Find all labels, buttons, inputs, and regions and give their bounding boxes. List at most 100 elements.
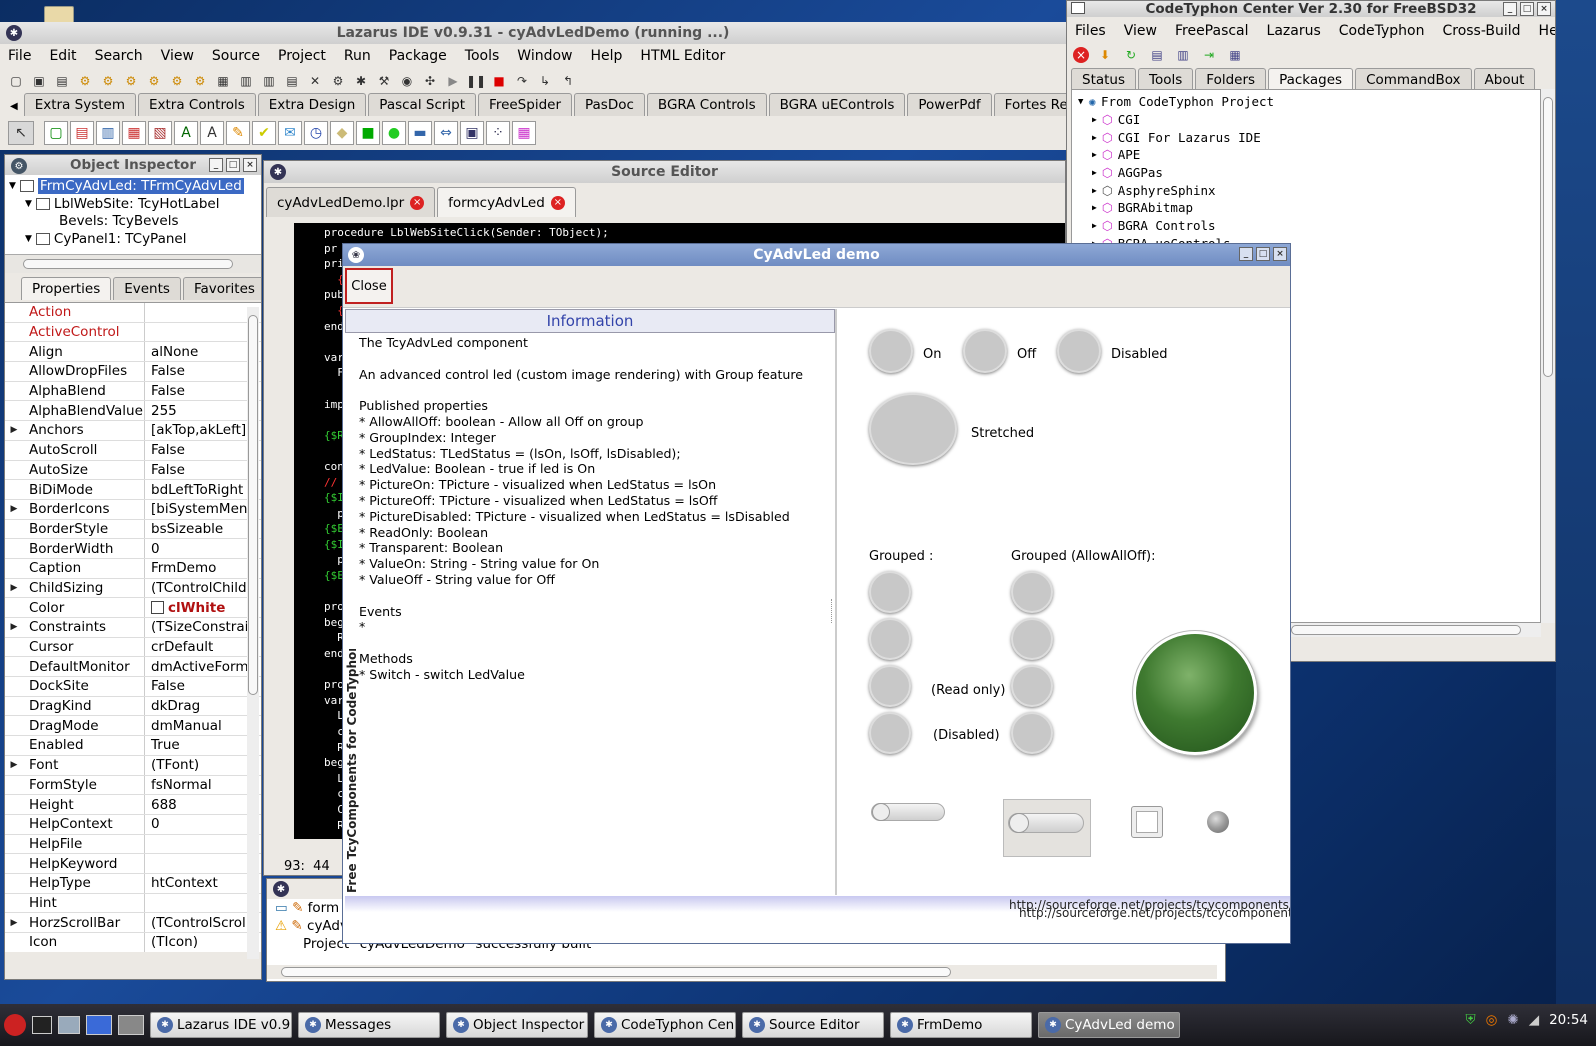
task-cyadvled-demo[interactable]: ✱ CyAdvLed demo: [1038, 1012, 1180, 1038]
allowoff-led-2[interactable]: [1011, 618, 1053, 660]
expand-icon[interactable]: ▼: [25, 199, 32, 209]
ct-menu-cross-build[interactable]: Cross-Build: [1442, 23, 1520, 39]
tree-node[interactable]: Bevels: TcyBevels: [5, 212, 261, 230]
debug-icon[interactable]: ✣: [420, 71, 440, 91]
tree-node[interactable]: ▼ FrmCyAdvLed: TFrmCyAdvLed: [5, 177, 261, 195]
color-panel-icon[interactable]: ▧: [148, 121, 172, 145]
expand-icon[interactable]: ▶: [1092, 186, 1097, 195]
property-row[interactable]: DragKind dkDrag: [5, 696, 261, 717]
editor-tab[interactable]: formcyAdvLed ×: [437, 187, 576, 217]
new-project-icon[interactable]: ▤: [282, 71, 302, 91]
menu-html-editor[interactable]: HTML Editor: [640, 48, 725, 64]
palette-tab-bgra-controls[interactable]: BGRA Controls: [646, 93, 767, 116]
property-row[interactable]: ▶ Constraints (TSizeConstrain: [5, 618, 261, 638]
property-row[interactable]: ▶ ChildSizing (TControlChildS: [5, 578, 261, 599]
property-value[interactable]: False: [145, 363, 261, 379]
property-row[interactable]: HelpKeyword: [5, 854, 261, 874]
ct-menu-files[interactable]: Files: [1075, 23, 1106, 39]
property-row[interactable]: Cursor crDefault: [5, 637, 261, 658]
save-all-icon[interactable]: ⚙: [144, 71, 164, 91]
property-value[interactable]: dmActiveForm: [145, 659, 261, 675]
minimize-button[interactable]: _: [1503, 2, 1517, 16]
property-row[interactable]: ActiveControl: [5, 322, 261, 343]
package-item[interactable]: ▶ ⬡ BGRAbitmap: [1078, 199, 1540, 217]
demo-titlebar[interactable]: ❀ CyAdvLed demo _ □ ×: [343, 244, 1290, 266]
property-value[interactable]: False: [145, 442, 261, 458]
menu-source[interactable]: Source: [212, 48, 260, 64]
menu-edit[interactable]: Edit: [49, 48, 76, 64]
property-value[interactable]: [akTop,akLeft]: [145, 422, 261, 438]
messages-hscrollbar[interactable]: [267, 965, 1217, 979]
led-on[interactable]: [869, 329, 913, 373]
property-row[interactable]: BiDiMode bdLeftToRight: [5, 480, 261, 500]
property-value[interactable]: dmManual: [145, 718, 261, 734]
allowoff-led-1[interactable]: [1011, 571, 1053, 613]
package-item[interactable]: ▶ ⬡ AsphyreSphinx: [1078, 181, 1540, 199]
expand-icon[interactable]: ▶: [1092, 203, 1097, 212]
new-form-icon[interactable]: ▣: [29, 71, 49, 91]
checkbox-led[interactable]: [1131, 806, 1163, 838]
property-row[interactable]: DragMode dmManual: [5, 716, 261, 737]
property-row[interactable]: AllowDropFiles False: [5, 362, 261, 382]
view-units-icon[interactable]: ▥: [236, 71, 256, 91]
desktop-2-icon[interactable]: [118, 1015, 144, 1035]
property-row[interactable]: AutoSize False: [5, 460, 261, 481]
package-item[interactable]: ▶ ⬡ CGI For Lazarus IDE: [1078, 128, 1540, 146]
tree-hscrollbar[interactable]: [5, 255, 261, 273]
mail-icon[interactable]: ✉: [278, 121, 302, 145]
property-row[interactable]: HelpType htContext: [5, 873, 261, 894]
grouped-led-readonly[interactable]: [869, 665, 911, 707]
step-out-icon[interactable]: ↰: [558, 71, 578, 91]
ct-tab-tools[interactable]: Tools: [1138, 68, 1194, 91]
save-icon[interactable]: ⚙: [121, 71, 141, 91]
property-row[interactable]: AlphaBlend False: [5, 381, 261, 402]
property-row[interactable]: Align alNone: [5, 342, 261, 363]
toggle-switch-1[interactable]: [871, 803, 945, 821]
menu-tools[interactable]: Tools: [465, 48, 500, 64]
step-over-icon[interactable]: ↳: [535, 71, 555, 91]
task-frmdemo[interactable]: ✱ FrmDemo: [890, 1012, 1032, 1038]
close-icon[interactable]: ✕: [305, 71, 325, 91]
expand-icon[interactable]: ▶: [1092, 221, 1097, 230]
property-row[interactable]: DefaultMonitor dmActiveForm: [5, 657, 261, 678]
menu-run[interactable]: Run: [344, 48, 371, 64]
ct-tab-packages[interactable]: Packages: [1268, 68, 1354, 91]
task-source-editor[interactable]: ✱ Source Editor: [742, 1012, 884, 1038]
package-icon[interactable]: ⚙: [190, 71, 210, 91]
compile-icon[interactable]: ⚒: [374, 71, 394, 91]
exit-icon[interactable]: ⇥: [1199, 45, 1219, 65]
leopard-icon[interactable]: ◆: [330, 121, 354, 145]
menu-package[interactable]: Package: [389, 48, 447, 64]
run-icon[interactable]: ▶: [443, 71, 463, 91]
allowoff-led-3[interactable]: [1011, 665, 1053, 707]
ct-vscrollbar[interactable]: [1541, 89, 1555, 623]
property-value[interactable]: (TControlScrollB: [145, 915, 261, 931]
property-value[interactable]: crDefault: [145, 639, 261, 655]
splitter[interactable]: [831, 599, 835, 623]
expand-icon[interactable]: ▶: [1092, 168, 1097, 177]
new-file-icon[interactable]: ▢: [6, 71, 26, 91]
green-square-icon[interactable]: ■: [356, 121, 380, 145]
minimize-button[interactable]: _: [209, 158, 223, 172]
grouped-led-disabled[interactable]: [869, 712, 911, 754]
property-row[interactable]: Enabled True: [5, 736, 261, 756]
step-into-icon[interactable]: ↷: [512, 71, 532, 91]
property-value[interactable]: alNone: [145, 344, 261, 360]
update-icon[interactable]: ◎: [1486, 1012, 1498, 1028]
menu-window[interactable]: Window: [517, 48, 572, 64]
small-led[interactable]: [1207, 811, 1229, 833]
property-value[interactable]: 0: [145, 816, 261, 832]
list-icon[interactable]: ▥: [96, 121, 120, 145]
property-value[interactable]: FrmDemo: [145, 560, 261, 576]
ct-menu-codetyphon[interactable]: CodeTyphon: [1339, 23, 1425, 39]
tree-node[interactable]: ▼ CyPanel1: TCyPanel: [5, 230, 261, 248]
palette-tab-pascal-script[interactable]: Pascal Script: [368, 93, 477, 116]
palette-tab-bgra-uecontrols[interactable]: BGRA uEControls: [768, 93, 906, 116]
task-lazarus-ide-v[interactable]: ✱ Lazarus IDE v0.9...: [150, 1012, 292, 1038]
view-forms-icon[interactable]: ▥: [259, 71, 279, 91]
close-tab-icon[interactable]: ×: [410, 195, 425, 210]
property-row[interactable]: Height 688: [5, 795, 261, 815]
close-demo-button[interactable]: Close: [345, 268, 393, 304]
copy-icon[interactable]: ▥: [1173, 45, 1193, 65]
pause-icon[interactable]: ❚❚: [466, 71, 486, 91]
